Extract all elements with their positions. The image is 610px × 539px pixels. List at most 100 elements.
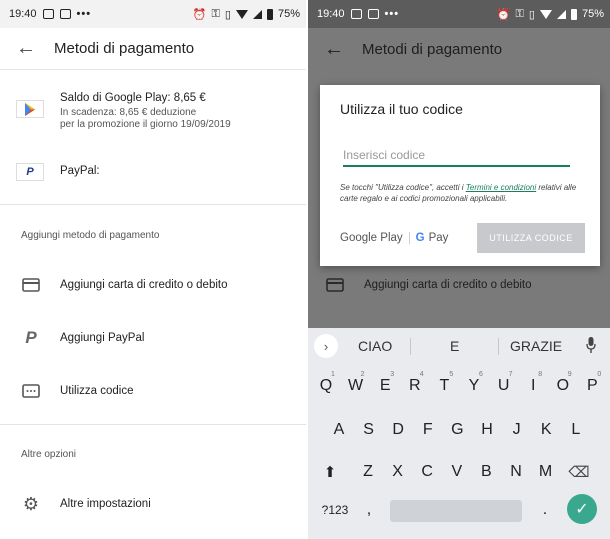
key-z[interactable]: Z: [356, 458, 380, 486]
gpay-wordmark: Pay: [428, 232, 449, 244]
key-f[interactable]: F: [416, 416, 440, 444]
paypal-icon: P: [16, 163, 44, 181]
key-hint: 2: [360, 371, 365, 378]
microphone-icon[interactable]: [586, 337, 596, 353]
key-x[interactable]: X: [386, 458, 410, 486]
suggestion[interactable]: GRAZIE: [510, 338, 562, 354]
alarm-icon: ⏰: [192, 8, 207, 21]
period-key[interactable]: .: [533, 496, 557, 524]
page-title: Metodi di pagamento: [54, 40, 195, 57]
key-h[interactable]: H: [475, 416, 499, 444]
add-card-item: Aggiungi carta di credito o debito: [308, 272, 610, 300]
suggestion[interactable]: E: [450, 338, 459, 354]
status-bar: 19:40 ••• ⏰ ⚿ ▯ 75%: [0, 0, 306, 28]
add-card-label: Aggiungi carta di credito o debito: [60, 279, 228, 291]
more-notifications-icon: •••: [384, 8, 400, 20]
battery-icon: [570, 8, 577, 20]
key-k[interactable]: K: [534, 416, 558, 444]
section-label: Altre opzioni: [21, 449, 77, 460]
enter-checkmark-icon[interactable]: ✓: [567, 494, 597, 524]
key-s[interactable]: S: [357, 416, 381, 444]
add-paypal-label: Aggiungi PayPal: [60, 332, 145, 344]
key-d[interactable]: D: [386, 416, 410, 444]
payment-method-google-play[interactable]: Saldo di Google Play: 8,65 € In scadenza…: [0, 84, 306, 136]
back-arrow-icon[interactable]: ←: [16, 37, 40, 60]
notification-icon: [59, 9, 71, 19]
terms-text: Se tocchi "Utilizza codice", accetti i T…: [340, 182, 580, 204]
use-code-label: Utilizza codice: [60, 385, 134, 397]
notification-icon: [42, 9, 54, 19]
status-bar: 19:40 ••• ⏰ ⚿ ▯ 75%: [308, 0, 610, 28]
code-input[interactable]: [343, 145, 570, 167]
battery-icon: [266, 8, 273, 20]
key-a[interactable]: A: [327, 416, 351, 444]
google-g-icon: G: [415, 232, 425, 244]
wifi-icon: [235, 9, 248, 19]
status-time: 19:40: [317, 8, 345, 20]
chevron-right-icon[interactable]: ›: [314, 334, 338, 358]
use-code-item[interactable]: Utilizza codice: [0, 378, 306, 404]
comma-key[interactable]: ,: [357, 496, 381, 524]
key-b[interactable]: B: [474, 458, 498, 486]
page-title: Metodi di pagamento: [362, 40, 503, 58]
screen-right: 19:40 ••• ⏰ ⚿ ▯ 75% ← Metodi di pagament…: [308, 0, 610, 539]
other-settings-item[interactable]: ⚙ Altre impostazioni: [0, 491, 306, 517]
key-hint: 0: [597, 371, 602, 378]
notification-icon: [350, 9, 362, 19]
credit-card-icon: [20, 274, 42, 296]
code-icon: [20, 380, 42, 402]
key-l[interactable]: L: [564, 416, 588, 444]
key-v[interactable]: V: [445, 458, 469, 486]
divider: [410, 338, 411, 355]
key-hint: 5: [449, 371, 454, 378]
divider: [0, 424, 306, 425]
vibrate-icon: ▯: [224, 8, 231, 21]
app-bar: ← Metodi di pagamento: [0, 28, 306, 70]
use-code-button[interactable]: UTILIZZA CODICE: [477, 223, 585, 253]
method-detail: In scadenza: 8,65 € deduzione: [60, 107, 197, 118]
more-notifications-icon: •••: [76, 8, 92, 20]
add-card-label: Aggiungi carta di credito o debito: [364, 279, 532, 291]
backspace-icon[interactable]: ⌫: [567, 458, 591, 486]
key-g[interactable]: G: [445, 416, 469, 444]
add-paypal-item[interactable]: P Aggiungi PayPal: [0, 325, 306, 351]
shift-key-icon[interactable]: ⬆: [318, 458, 342, 486]
section-label: Aggiungi metodo di pagamento: [21, 230, 160, 241]
dialog-title: Utilizza il tuo codice: [340, 101, 463, 117]
payment-method-paypal[interactable]: P PayPal:: [0, 158, 306, 186]
notification-icon: [367, 9, 379, 19]
credit-card-icon: [324, 274, 346, 296]
key-icon: ⚿: [211, 7, 220, 20]
paypal-icon: P: [25, 328, 37, 347]
logo-separator: [408, 232, 410, 244]
key-hint: 3: [390, 371, 395, 378]
key-hint: 9: [567, 371, 572, 378]
key-n[interactable]: N: [504, 458, 528, 486]
wifi-icon: [539, 9, 552, 19]
space-key[interactable]: [390, 500, 522, 522]
other-settings-label: Altre impostazioni: [60, 498, 151, 510]
back-arrow-icon: ←: [324, 37, 344, 60]
terms-text-part: Se tocchi "Utilizza codice", accetti i: [340, 183, 466, 192]
key-j[interactable]: J: [505, 416, 529, 444]
keyboard: › CIAO E GRAZIE Q1W2E3R4T5Y6U7I8O9P0ASDF…: [308, 328, 610, 539]
key-m[interactable]: M: [534, 458, 558, 486]
key-hint: 8: [538, 371, 543, 378]
add-card-item[interactable]: Aggiungi carta di credito o debito: [0, 272, 306, 298]
signal-icon: [556, 9, 566, 19]
key-hint: 1: [331, 371, 335, 378]
key-hint: 6: [479, 371, 483, 378]
terms-link[interactable]: Termini e condizioni: [466, 183, 536, 192]
key-hint: 7: [508, 371, 513, 378]
method-name: PayPal:: [60, 165, 100, 177]
gear-icon: ⚙: [22, 493, 40, 514]
battery-level: 75%: [277, 8, 300, 20]
vibrate-icon: ▯: [528, 8, 535, 21]
battery-level: 75%: [581, 8, 604, 20]
app-bar: ← Metodi di pagamento: [308, 28, 610, 70]
key-c[interactable]: C: [415, 458, 439, 486]
status-time: 19:40: [9, 8, 37, 20]
symbols-key[interactable]: ?123: [318, 496, 352, 524]
suggestion[interactable]: CIAO: [358, 338, 392, 354]
signal-icon: [252, 9, 262, 19]
